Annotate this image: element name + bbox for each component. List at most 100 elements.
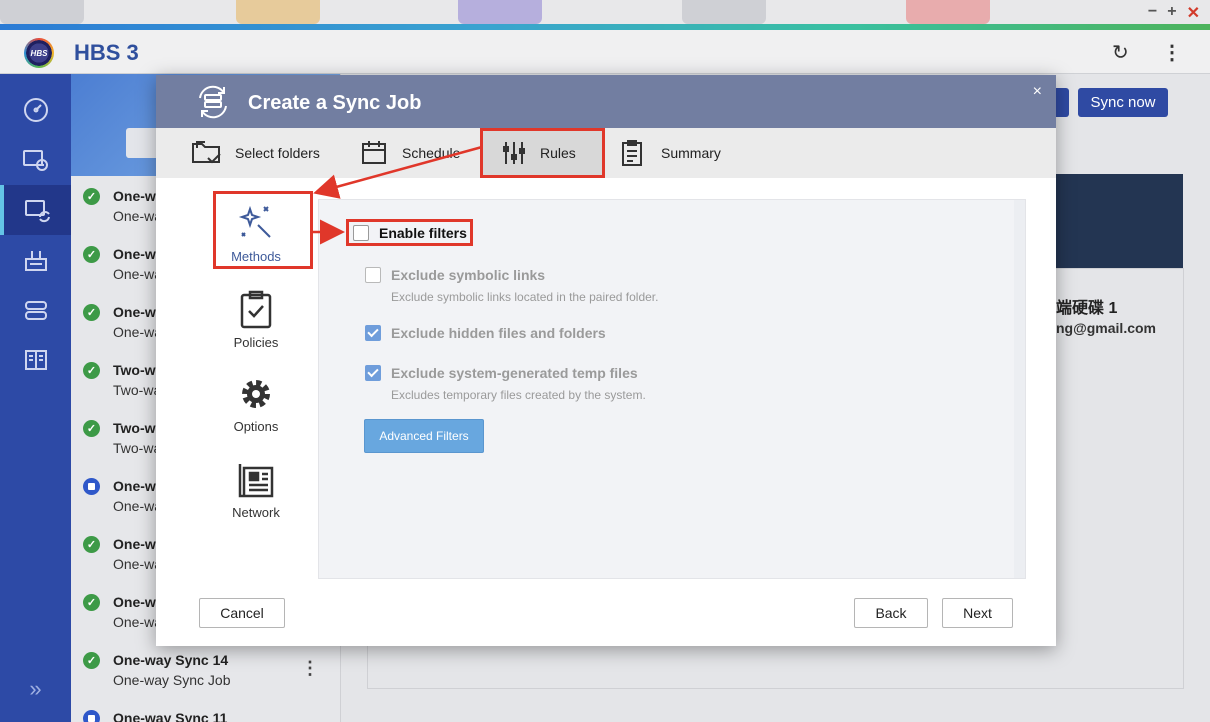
dock-app-tile [458,0,542,24]
job-type: Two-wa [113,440,162,456]
job-type: One-wa [113,556,163,572]
folders-icon [192,141,221,164]
completed-status-icon: ✓ [83,420,100,437]
tab-label: Select folders [235,145,320,161]
category-label: Network [232,505,280,520]
completed-status-icon: ✓ [83,652,100,669]
job-row[interactable]: ✓ One-way Sync 14 One-way Sync Job ⋮ [71,640,340,698]
sync-icon [24,200,50,223]
job-detail-header [1056,174,1183,268]
clipboard-check-icon [240,290,272,329]
nav-services[interactable] [0,285,71,335]
completed-status-icon: ✓ [83,188,100,205]
storage-icon [24,251,47,271]
dock-app-tile [0,0,84,24]
exclude-temp-checkbox[interactable] [365,365,381,381]
job-name: One-way Sync 14 [113,652,229,668]
scheduled-status-icon [83,710,100,722]
account-email: ng@gmail.com [1056,320,1156,336]
exclude-temp-label: Exclude system-generated temp files [391,365,638,381]
job-type: One-wa [113,614,163,630]
job-type: One-way Sync Job [113,672,231,688]
next-button[interactable]: Next [942,598,1013,628]
close-icon[interactable]: × [1033,83,1042,101]
app-title: HBS 3 [74,40,139,65]
tab-summary[interactable]: Summary [620,128,721,178]
job-type: One-wa [113,498,163,514]
dock-app-tile [906,0,990,24]
category-label: Options [233,419,279,434]
expand-nav-icon[interactable]: » [0,676,71,702]
rules-tab-highlight [480,128,605,178]
storage-name: 端硬碟 1 [1056,300,1118,317]
job-name: Two-w [113,362,156,378]
category-options[interactable]: Options [216,375,296,434]
minimize-button[interactable]: − [1148,3,1157,23]
job-type: One-wa [113,266,163,282]
job-name: One-w [113,304,156,320]
job-name: One-way Sync 11 [113,710,228,722]
cancel-button[interactable]: Cancel [199,598,285,628]
dialog-title: Create a Sync Job [248,92,422,114]
left-nav: » [0,74,71,722]
job-more-icon[interactable]: ⋮ [301,658,319,679]
hbs-logo: HBS [24,38,54,68]
exclude-temp-description: Excludes temporary files created by the … [391,388,646,402]
enable-filters-highlight [346,219,473,246]
job-name: One-w [113,188,156,204]
app-header: HBS HBS 3 ↻ ⋮ [0,30,1210,74]
create-sync-job-dialog: Create a Sync Job × Select folders Sched… [156,75,1056,646]
completed-status-icon: ✓ [83,304,100,321]
completed-status-icon: ✓ [83,246,100,263]
exclude-symlinks-description: Exclude symbolic links located in the pa… [391,290,659,304]
tab-schedule[interactable]: Schedule [360,128,460,178]
job-type: Two-wa [113,382,162,398]
advanced-filters-button[interactable]: Advanced Filters [364,419,484,453]
nav-overview[interactable] [0,85,71,135]
job-name: One-w [113,594,156,610]
nav-backup-restore[interactable] [0,135,71,185]
methods-highlight [213,191,313,269]
job-type: One-wa [113,208,163,224]
tab-label: Schedule [402,145,461,161]
job-name: Two-w [113,420,156,436]
window-controls: − + ✕ [1148,3,1200,23]
server-icon [24,301,47,320]
tab-select-folders[interactable]: Select folders [190,128,320,178]
category-label: Policies [233,335,279,350]
panel-scrollbar[interactable] [1014,200,1025,578]
sync-now-button[interactable]: Sync now [1078,88,1168,117]
dialog-header: Create a Sync Job × [156,75,1056,128]
more-options-icon[interactable]: ⋮ [1162,40,1182,65]
maximize-button[interactable]: + [1167,3,1176,23]
gear-icon [242,380,270,408]
calendar-icon [362,141,386,164]
exclude-symlinks-checkbox[interactable] [365,267,381,283]
nav-logs[interactable] [0,335,71,385]
backup-icon [22,150,48,171]
sync-job-icon [199,85,227,119]
scheduled-status-icon [83,478,100,495]
close-window-button[interactable]: ✕ [1187,3,1200,23]
completed-status-icon: ✓ [83,362,100,379]
dock-app-tile [236,0,320,24]
back-button[interactable]: Back [854,598,928,628]
nav-sync[interactable] [0,185,71,235]
job-row[interactable]: One-way Sync 11 [71,698,340,722]
exclude-symlinks-label: Exclude symbolic links [391,267,546,283]
dashboard-icon [23,98,48,122]
exclude-hidden-checkbox[interactable] [365,325,381,341]
nav-storage-spaces[interactable] [0,235,71,285]
completed-status-icon: ✓ [83,594,100,611]
wizard-steps: Select folders Schedule Rules Summary [156,128,1056,178]
category-network[interactable]: Network [216,461,296,520]
logs-icon [24,350,47,370]
dock-app-tile [682,0,766,24]
refresh-icon[interactable]: ↻ [1112,40,1129,65]
category-policies[interactable]: Policies [216,289,296,350]
network-icon [238,464,274,498]
clipboard-icon [622,140,642,166]
completed-status-icon: ✓ [83,536,100,553]
tab-label: Summary [661,145,721,161]
window-title-bar: − + ✕ [0,0,1210,24]
